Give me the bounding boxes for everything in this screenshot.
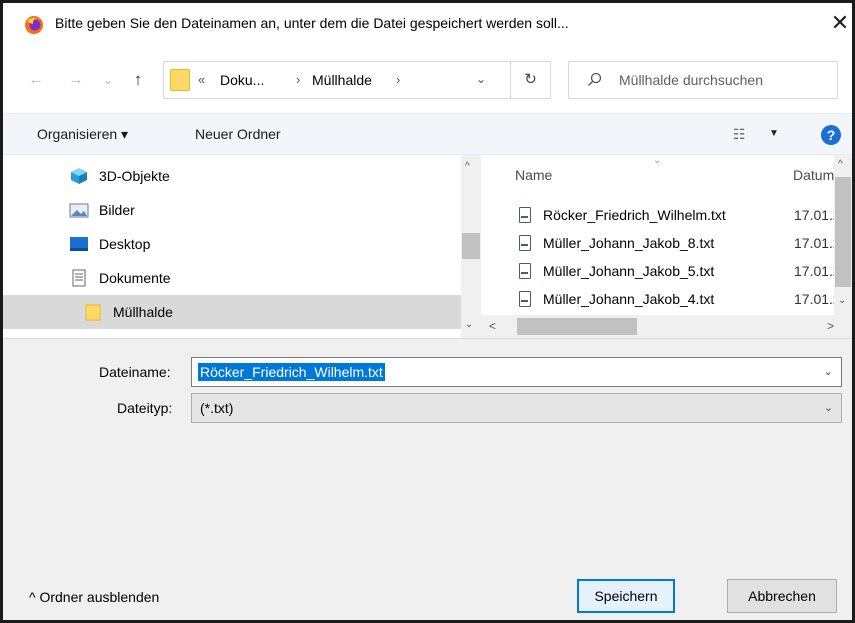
- filename-value: Röcker_Friedrich_Wilhelm.txt: [198, 363, 385, 381]
- address-bar[interactable]: « Doku... › Müllhalde › ⌄: [163, 61, 511, 99]
- filetype-label: Dateityp:: [117, 400, 173, 416]
- recent-locations-button[interactable]: ⌄: [99, 71, 117, 89]
- scroll-down-arrow[interactable]: ⌄: [465, 319, 473, 330]
- close-button[interactable]: ✕: [829, 11, 851, 35]
- filename-field[interactable]: Röcker_Friedrich_Wilhelm.txt ⌄: [191, 357, 842, 387]
- desktop-icon: [70, 237, 88, 251]
- filetype-select[interactable]: (*.txt) ⌄: [191, 393, 842, 423]
- forward-button[interactable]: →: [67, 71, 85, 89]
- sidebar-item-label: Bilder: [99, 202, 135, 218]
- cancel-button[interactable]: Abbrechen: [727, 579, 837, 613]
- refresh-icon: ↻: [524, 71, 537, 88]
- address-segment-muellhalde[interactable]: Müllhalde: [312, 72, 372, 88]
- column-header-date[interactable]: Datum: [793, 167, 834, 183]
- pictures-folder-icon: [69, 203, 89, 218]
- sidebar-item-label: Desktop: [99, 236, 151, 252]
- sidebar-item-bilder[interactable]: Bilder: [3, 193, 461, 227]
- chevron-down-icon[interactable]: ⌄: [824, 365, 833, 378]
- folder-icon: [170, 69, 190, 91]
- sidebar-item-dokumente[interactable]: Dokumente: [3, 261, 461, 295]
- text-file-icon: [519, 263, 531, 279]
- sidebar-item-desktop[interactable]: Desktop: [3, 227, 461, 261]
- file-row[interactable]: Müller_Johann_Jakob_4.txt 17.01.2: [495, 287, 852, 315]
- back-button[interactable]: ←: [27, 71, 45, 89]
- address-overflow[interactable]: «: [198, 72, 205, 87]
- chevron-down-icon: ⌄: [823, 402, 833, 414]
- scroll-up-arrow[interactable]: ^: [465, 161, 470, 172]
- scroll-left-arrow[interactable]: <: [489, 319, 496, 333]
- view-dropdown-button[interactable]: ▼: [769, 128, 779, 139]
- hide-folders-button[interactable]: ^ Ordner ausblenden: [29, 589, 159, 605]
- sort-indicator-icon: ⌄: [653, 155, 662, 166]
- file-name: Müller_Johann_Jakob_4.txt: [543, 291, 715, 307]
- new-folder-button[interactable]: Neuer Ordner: [195, 126, 281, 142]
- refresh-button[interactable]: ↻: [511, 61, 551, 99]
- scroll-right-arrow[interactable]: >: [827, 319, 834, 333]
- organize-menu-button[interactable]: Organisieren ▾: [37, 126, 128, 143]
- help-icon[interactable]: ?: [821, 125, 841, 145]
- file-name: Röcker_Friedrich_Wilhelm.txt: [543, 207, 726, 223]
- dialog-title: Bitte geben Sie den Dateinamen an, unter…: [55, 15, 569, 31]
- sidebar-item-label: Müllhalde: [113, 304, 173, 320]
- file-name: Müller_Johann_Jakob_8.txt: [543, 235, 715, 251]
- file-name: Müller_Johann_Jakob_5.txt: [543, 263, 715, 279]
- scrollbar-thumb[interactable]: [517, 318, 637, 335]
- file-row[interactable]: Müller_Johann_Jakob_5.txt 17.01.2: [495, 259, 852, 287]
- address-separator[interactable]: ›: [396, 72, 400, 87]
- up-folder-button[interactable]: ↑: [129, 71, 147, 89]
- search-icon: [588, 72, 602, 86]
- file-row[interactable]: Müller_Johann_Jakob_8.txt 17.01.2: [495, 231, 852, 259]
- sidebar-item-label: Dokumente: [99, 270, 171, 286]
- folder-icon: [85, 304, 101, 321]
- search-input[interactable]: [617, 70, 827, 90]
- filetype-value: (*.txt): [200, 400, 234, 416]
- search-box[interactable]: [568, 61, 838, 99]
- address-separator[interactable]: ›: [296, 72, 300, 87]
- scroll-up-arrow[interactable]: ^: [838, 159, 843, 170]
- file-row[interactable]: Röcker_Friedrich_Wilhelm.txt 17.01.2: [495, 203, 852, 231]
- scrollbar-thumb[interactable]: [462, 233, 480, 259]
- documents-icon: [72, 269, 86, 287]
- sidebar-item-subfolder[interactable]: [3, 329, 461, 338]
- filename-label: Dateiname:: [99, 364, 171, 380]
- navigation-pane: 3D-Objekte Bilder Desktop Dokumente Müll…: [3, 155, 481, 338]
- sidebar-item-label: 3D-Objekte: [99, 168, 170, 184]
- column-header-name[interactable]: Name: [515, 167, 552, 183]
- address-dropdown-button[interactable]: ⌄: [476, 72, 486, 86]
- cube-icon: [71, 168, 87, 184]
- firefox-icon: [25, 16, 43, 34]
- save-form: Dateiname: Röcker_Friedrich_Wilhelm.txt …: [3, 338, 852, 620]
- file-list: ⌄ Name Datum Röcker_Friedrich_Wilhelm.tx…: [495, 155, 852, 338]
- sidebar-item-muellhalde[interactable]: Müllhalde: [3, 295, 461, 329]
- navigation-pane-scrollbar[interactable]: ^ ⌄: [461, 155, 481, 338]
- text-file-icon: [519, 235, 531, 251]
- scroll-down-arrow[interactable]: ⌄: [838, 295, 846, 306]
- view-options-icon[interactable]: ☷: [733, 126, 746, 143]
- sidebar-item-3d-objekte[interactable]: 3D-Objekte: [3, 159, 461, 193]
- save-file-dialog: Bitte geben Sie den Dateinamen an, unter…: [0, 0, 855, 623]
- text-file-icon: [519, 207, 531, 223]
- command-toolbar: Organisieren ▾ Neuer Ordner ☷ ▼ ?: [3, 113, 852, 155]
- scrollbar-thumb[interactable]: [835, 177, 851, 287]
- address-segment-dokumente[interactable]: Doku...: [220, 72, 264, 88]
- file-list-horizontal-scrollbar[interactable]: < >: [481, 315, 852, 338]
- text-file-icon: [519, 291, 531, 307]
- file-list-vertical-scrollbar[interactable]: ^ ⌄: [834, 155, 852, 315]
- title-bar: Bitte geben Sie den Dateinamen an, unter…: [3, 3, 852, 45]
- save-button[interactable]: Speichern: [577, 579, 675, 613]
